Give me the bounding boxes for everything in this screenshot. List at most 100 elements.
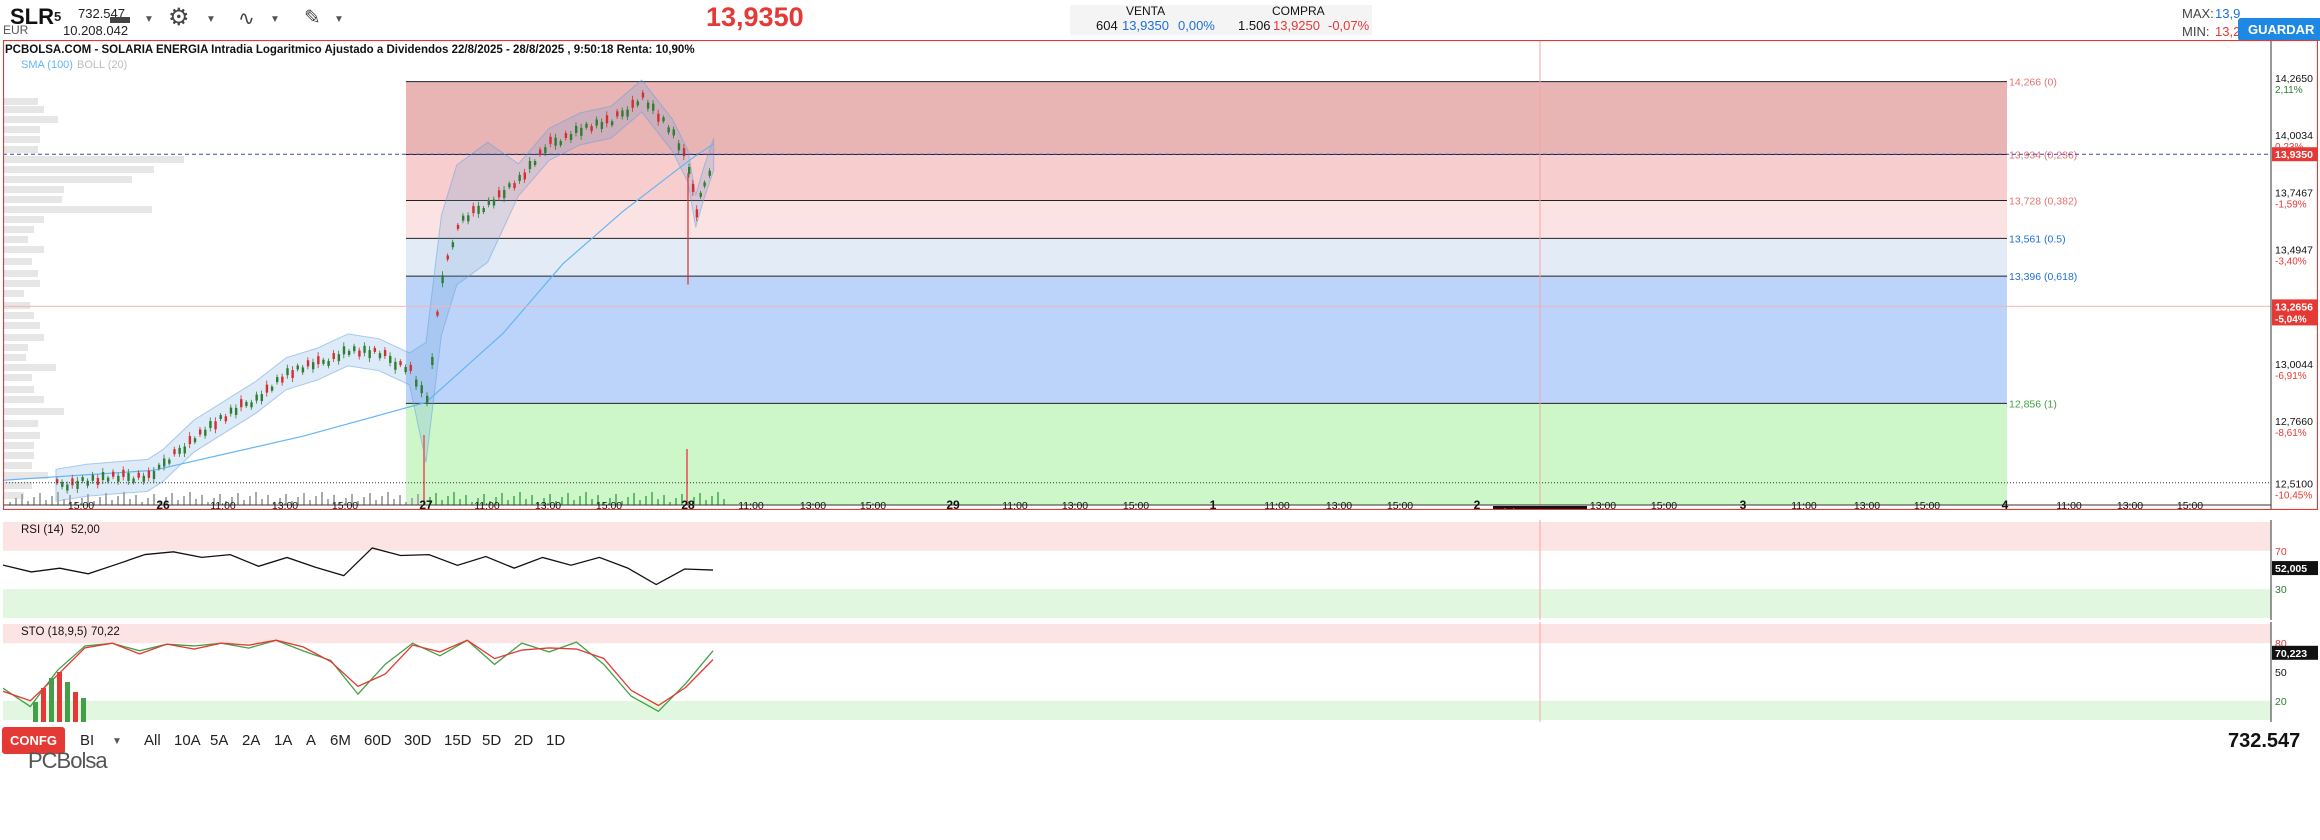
period-2a[interactable]: 2A — [242, 732, 260, 749]
volume-bar — [375, 500, 377, 505]
candle-body — [322, 359, 325, 364]
candle-body — [81, 477, 84, 482]
candle-body — [636, 101, 640, 106]
candle-body — [193, 438, 197, 443]
candle-body — [595, 119, 598, 126]
x-tick-label: 13:00 — [1590, 500, 1616, 510]
volume-bar — [51, 496, 53, 505]
volume-bar — [381, 496, 383, 505]
period-5d[interactable]: 5D — [482, 732, 501, 749]
sto-chart[interactable]: 80502070,223 STO (18,9,5) 70,22 — [3, 622, 2318, 722]
indicator-icon[interactable]: ∿ — [238, 6, 255, 31]
x-tick-label: 11:00 — [474, 500, 500, 510]
chevron-down-icon[interactable]: ▼ — [270, 14, 280, 25]
candle-body — [86, 480, 89, 486]
last-price: 13,9350 — [706, 2, 804, 32]
chevron-down-icon[interactable]: ▼ — [334, 14, 344, 25]
oscillator-line — [3, 639, 714, 713]
candle-body — [631, 99, 634, 108]
candle-body — [426, 395, 429, 403]
period-30d[interactable]: 30D — [404, 732, 432, 749]
fib-label: 13,728 (0,382) — [2009, 195, 2077, 207]
volume-bar — [465, 495, 467, 505]
volume-bar — [57, 492, 59, 505]
volume-bar — [723, 499, 725, 505]
rsi-title: RSI (14) — [21, 524, 64, 536]
pencil-icon[interactable]: ✎ — [304, 5, 321, 30]
price-tag-label: 13,2656 — [2275, 301, 2313, 313]
y-tick-pct: 2,11% — [2275, 85, 2303, 96]
legend-sma[interactable]: SMA (100) — [21, 59, 73, 71]
candle-body — [157, 464, 161, 469]
price-tag-pct: -5,04% — [2275, 314, 2307, 325]
volume-bar — [117, 496, 119, 505]
save-button[interactable]: GUARDAR — [2238, 18, 2320, 41]
histogram-bar — [49, 678, 54, 722]
chevron-down-icon[interactable]: ▼ — [144, 14, 154, 25]
volume-profile-bar — [4, 176, 132, 183]
period-a[interactable]: A — [306, 732, 316, 749]
volume-profile-bar — [4, 462, 32, 469]
histogram-bar — [73, 692, 78, 722]
y-tick-pct: -10,45% — [2275, 491, 2312, 502]
volume-bar — [243, 500, 245, 505]
folder-icon[interactable]: ▬ — [110, 6, 130, 29]
period-6m[interactable]: 6M — [330, 732, 351, 749]
chart-title: PCBOLSA.COM - SOLARIA ENERGIA Intradia L… — [5, 44, 695, 56]
chevron-down-icon[interactable]: ▼ — [112, 736, 122, 747]
x-tick-label: 28 — [681, 498, 695, 510]
oscillator-zone — [3, 624, 2271, 644]
volume-profile-bar — [4, 396, 44, 403]
oscillator-line — [3, 639, 714, 707]
volume-bar — [686, 449, 688, 505]
candle-body — [353, 346, 356, 352]
volume-bar — [249, 496, 251, 505]
volume-bar — [711, 496, 713, 505]
candle-body — [652, 103, 655, 111]
y-tick-label: 20 — [2275, 696, 2287, 708]
venta-label: VENTA — [1126, 4, 1166, 18]
candle-body — [441, 275, 444, 284]
period-current[interactable]: BI — [80, 732, 94, 749]
candle-body — [497, 190, 501, 198]
min-value: 13,2 — [2215, 24, 2241, 39]
volume-bar — [27, 501, 29, 505]
volume-bar — [183, 496, 185, 505]
period-60d[interactable]: 60D — [364, 732, 392, 749]
volume-bar — [585, 492, 587, 505]
period-5a[interactable]: 5A — [210, 732, 228, 749]
candle-body — [456, 224, 460, 229]
x-tick-label: 11:00 — [1002, 500, 1028, 510]
volume-total: 732.547 — [2228, 730, 2301, 752]
value-tag-label: 52,005 — [2275, 563, 2307, 575]
candle-body — [682, 148, 686, 157]
candle-body — [301, 367, 305, 373]
x-tick-label: 13:00 — [535, 500, 561, 510]
y-tick-label: 12,5100 — [2275, 479, 2313, 491]
fib-label: 12,856 (1) — [2009, 398, 2057, 410]
chevron-down-icon[interactable]: ▼ — [206, 14, 216, 25]
candle-body — [461, 215, 465, 221]
volume-bar — [501, 493, 503, 505]
period-1d[interactable]: 1D — [546, 732, 565, 749]
gear-icon[interactable]: ⚙ — [168, 3, 190, 32]
y-tick-label: 14,0034 — [2275, 130, 2313, 142]
sto-title: STO (18,9,5) — [21, 626, 87, 638]
y-tick-label: 30 — [2275, 584, 2287, 596]
compra-pct: -0,07% — [1328, 18, 1370, 33]
period-1a[interactable]: 1A — [274, 732, 292, 749]
rsi-chart[interactable]: 70 30 52,005 RSI (14) 52,00 — [3, 520, 2318, 620]
period-2d[interactable]: 2D — [514, 732, 533, 749]
period-15d[interactable]: 15D — [444, 732, 472, 749]
volume-profile-bar — [4, 302, 30, 309]
period-all[interactable]: All — [144, 732, 161, 749]
x-tick-label: 15:00 — [1914, 500, 1940, 510]
volume-bar — [717, 492, 719, 505]
volume-bar — [135, 495, 137, 505]
period-10a[interactable]: 10A — [174, 732, 201, 749]
volume-profile-bar — [4, 246, 44, 253]
legend-boll[interactable]: BOLL (20) — [77, 59, 127, 71]
price-chart[interactable]: 14,266 (0)13,934 (0,236)13,728 (0,382)13… — [3, 40, 2318, 510]
candle-body — [373, 347, 377, 352]
fib-label: 13,561 (0.5) — [2009, 233, 2066, 245]
